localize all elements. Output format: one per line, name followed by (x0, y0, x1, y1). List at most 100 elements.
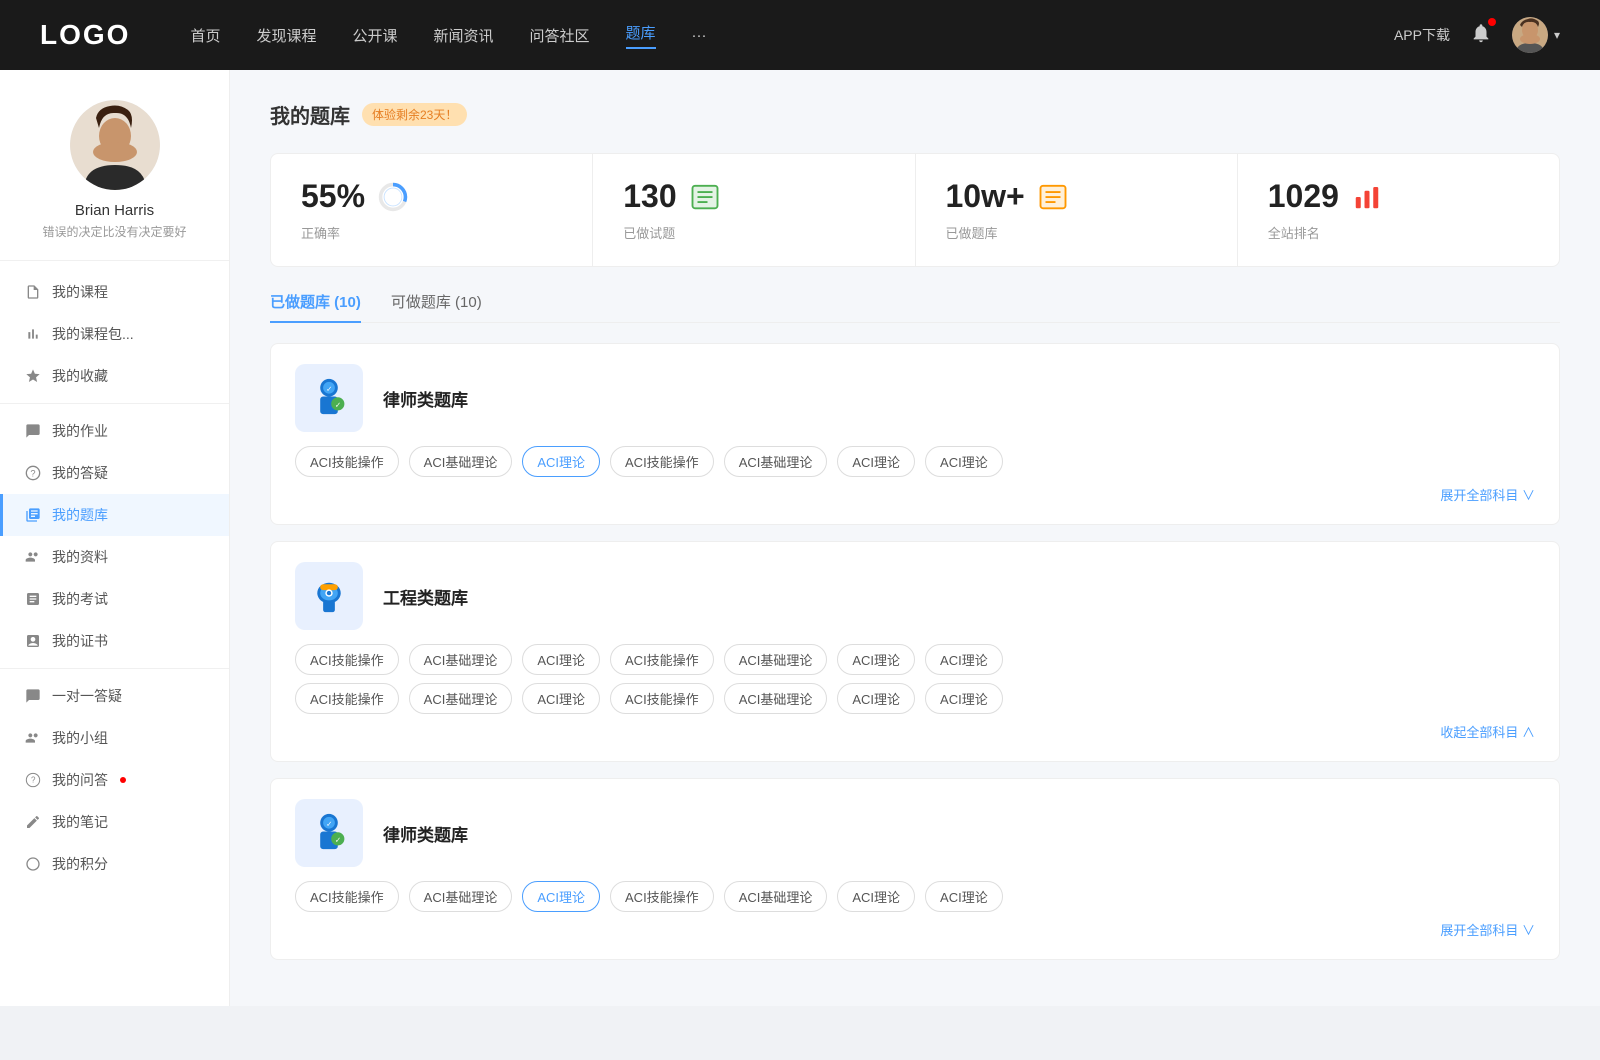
profile-avatar (70, 100, 160, 190)
sidebar-item-my-profile[interactable]: 我的资料 (0, 536, 229, 578)
nav-open-course[interactable]: 公开课 (352, 25, 397, 46)
stat-value-accuracy: 55% (301, 178, 365, 215)
sidebar-item-my-favorites[interactable]: 我的收藏 (0, 355, 229, 397)
done-questions-icon (689, 181, 721, 213)
trial-badge: 体验剩余23天！ (362, 103, 467, 126)
stat-card-accuracy: 55% 正确率 (271, 154, 593, 266)
group-icon (24, 729, 42, 747)
tag-lawyer1-2[interactable]: ACI理论 (522, 446, 600, 477)
chat-icon (24, 687, 42, 705)
answers-icon: ? (24, 771, 42, 789)
navbar-right: APP下载 ▾ (1394, 17, 1560, 53)
svg-text:✓: ✓ (326, 384, 332, 393)
qbank-title-engineer-1: 工程类题库 (383, 584, 468, 609)
nav-home[interactable]: 首页 (190, 25, 220, 46)
stat-value-done-banks: 10w+ (946, 178, 1025, 215)
sidebar-profile: Brian Harris 错误的决定比没有决定要好 (0, 100, 229, 261)
sidebar-item-my-questions[interactable]: ? 我的答疑 (0, 452, 229, 494)
points-icon (24, 855, 42, 873)
stat-top-ranking: 1029 (1268, 178, 1529, 215)
expand-lawyer-2[interactable]: 展开全部科目 ∨ (295, 920, 1535, 939)
qbank-tags-lawyer-1: ACI技能操作 ACI基础理论 ACI理论 ACI技能操作 ACI基础理论 AC… (295, 446, 1535, 477)
stat-label-accuracy: 正确率 (301, 223, 562, 242)
sidebar-item-my-cert[interactable]: 我的证书 (0, 620, 229, 662)
tag-lawyer2-5[interactable]: ACI理论 (837, 881, 915, 912)
stat-top-done-questions: 130 (623, 178, 884, 215)
tag-lawyer1-5[interactable]: ACI理论 (837, 446, 915, 477)
tag-eng1-r2-5[interactable]: ACI理论 (837, 683, 915, 714)
tag-eng1-r2-4[interactable]: ACI基础理论 (724, 683, 828, 714)
notification-badge (1488, 18, 1496, 26)
stat-top-done-banks: 10w+ (946, 178, 1207, 215)
sidebar-item-my-course[interactable]: 我的课程 (0, 271, 229, 313)
qbank-header-lawyer-1: ✓ ✓ 律师类题库 (295, 364, 1535, 432)
sidebar-item-my-points[interactable]: 我的积分 (0, 843, 229, 885)
tag-eng1-1[interactable]: ACI基础理论 (409, 644, 513, 675)
tag-lawyer2-6[interactable]: ACI理论 (925, 881, 1003, 912)
tag-lawyer2-2[interactable]: ACI理论 (522, 881, 600, 912)
tag-lawyer1-3[interactable]: ACI技能操作 (610, 446, 714, 477)
tag-lawyer2-3[interactable]: ACI技能操作 (610, 881, 714, 912)
stat-card-done-questions: 130 已做试题 (593, 154, 915, 266)
main-content: 我的题库 体验剩余23天！ 55% 正确率 (230, 70, 1600, 1006)
tag-eng1-4[interactable]: ACI基础理论 (724, 644, 828, 675)
tag-eng1-r2-1[interactable]: ACI基础理论 (409, 683, 513, 714)
sidebar-item-my-homework[interactable]: 我的作业 (0, 410, 229, 452)
answers-notification-dot (120, 777, 126, 783)
page-title: 我的题库 (270, 100, 350, 129)
tag-eng1-2[interactable]: ACI理论 (522, 644, 600, 675)
nav-more[interactable]: ··· (692, 27, 707, 44)
tag-lawyer1-0[interactable]: ACI技能操作 (295, 446, 399, 477)
navbar: LOGO 首页 发现课程 公开课 新闻资讯 问答社区 题库 ··· APP下载 (0, 0, 1600, 70)
expand-lawyer-1[interactable]: 展开全部科目 ∨ (295, 485, 1535, 504)
app-download-link[interactable]: APP下载 (1394, 25, 1450, 45)
tag-eng1-r2-3[interactable]: ACI技能操作 (610, 683, 714, 714)
tab-done-banks[interactable]: 已做题库 (10) (270, 291, 361, 322)
stat-value-ranking: 1029 (1268, 178, 1339, 215)
sidebar-item-my-notes[interactable]: 我的笔记 (0, 801, 229, 843)
done-banks-icon (1037, 181, 1069, 213)
nav-qbank[interactable]: 题库 (626, 22, 656, 49)
tag-eng1-r2-2[interactable]: ACI理论 (522, 683, 600, 714)
stat-card-done-banks: 10w+ 已做题库 (916, 154, 1238, 266)
stat-label-done-banks: 已做题库 (946, 223, 1207, 242)
sidebar-item-my-answers[interactable]: ? 我的问答 (0, 759, 229, 801)
nav-menu: 首页 发现课程 公开课 新闻资讯 问答社区 题库 ··· (190, 22, 1394, 49)
svg-text:✓: ✓ (326, 819, 332, 828)
stat-value-done-questions: 130 (623, 178, 676, 215)
tag-eng1-r2-6[interactable]: ACI理论 (925, 683, 1003, 714)
tag-lawyer2-0[interactable]: ACI技能操作 (295, 881, 399, 912)
qbank-header-engineer-1: 工程类题库 (295, 562, 1535, 630)
tab-available-banks[interactable]: 可做题库 (10) (391, 291, 482, 322)
nav-news[interactable]: 新闻资讯 (434, 25, 494, 46)
tag-eng1-3[interactable]: ACI技能操作 (610, 644, 714, 675)
tag-lawyer1-6[interactable]: ACI理论 (925, 446, 1003, 477)
tag-eng1-5[interactable]: ACI理论 (837, 644, 915, 675)
sidebar-item-my-exam[interactable]: 我的考试 (0, 578, 229, 620)
qbank-card-lawyer-2: ✓ ✓ 律师类题库 ACI技能操作 ACI基础理论 ACI理论 ACI技能操作 … (270, 778, 1560, 960)
tag-lawyer1-1[interactable]: ACI基础理论 (409, 446, 513, 477)
stat-label-ranking: 全站排名 (1268, 223, 1529, 242)
notes-icon (24, 813, 42, 831)
user-avatar-menu[interactable]: ▾ (1512, 17, 1560, 53)
tag-lawyer2-4[interactable]: ACI基础理论 (724, 881, 828, 912)
tag-eng1-0[interactable]: ACI技能操作 (295, 644, 399, 675)
tag-eng1-6[interactable]: ACI理论 (925, 644, 1003, 675)
logo[interactable]: LOGO (40, 19, 130, 51)
tag-lawyer1-4[interactable]: ACI基础理论 (724, 446, 828, 477)
collapse-engineer-1[interactable]: 收起全部科目 ∧ (295, 722, 1535, 741)
accuracy-pie-icon (377, 181, 409, 213)
sidebar: Brian Harris 错误的决定比没有决定要好 我的课程 我的课程包... (0, 70, 230, 1006)
sidebar-item-one-on-one[interactable]: 一对一答疑 (0, 675, 229, 717)
notification-bell[interactable] (1470, 22, 1492, 49)
sidebar-item-my-bank[interactable]: 我的题库 (0, 494, 229, 536)
nav-qa[interactable]: 问答社区 (530, 25, 590, 46)
sidebar-item-my-package[interactable]: 我的课程包... (0, 313, 229, 355)
sidebar-divider-1 (0, 403, 229, 404)
tag-lawyer2-1[interactable]: ACI基础理论 (409, 881, 513, 912)
document-icon (24, 283, 42, 301)
tag-eng1-r2-0[interactable]: ACI技能操作 (295, 683, 399, 714)
sidebar-divider-2 (0, 668, 229, 669)
sidebar-item-my-group[interactable]: 我的小组 (0, 717, 229, 759)
nav-discover[interactable]: 发现课程 (256, 25, 316, 46)
